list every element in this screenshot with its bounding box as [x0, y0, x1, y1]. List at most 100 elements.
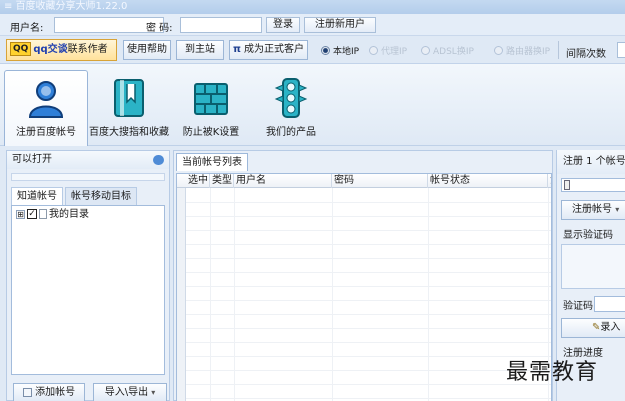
grid-line	[186, 342, 551, 343]
interval-input[interactable]	[617, 42, 625, 58]
directory-tree: ⊞ ✓ 我的目录	[11, 205, 165, 375]
import-export-button[interactable]: 导入\导出 ▾	[93, 383, 167, 401]
traffic-light-icon	[274, 78, 308, 118]
import-export-label: 导入\导出	[104, 387, 149, 398]
grid-line	[186, 244, 551, 245]
qq-contact-label: 联系作者	[67, 44, 108, 55]
tab-register-account[interactable]: 注册百度帐号	[4, 70, 88, 146]
password-input[interactable]	[180, 17, 262, 33]
column-type[interactable]: 类型	[210, 174, 234, 188]
grid-line	[186, 398, 551, 399]
tab-register-account-label: 注册百度帐号	[16, 127, 76, 138]
tree-root-label: 我的目录	[49, 209, 89, 220]
register-account-button[interactable]: 注册帐号 ▾	[561, 200, 625, 220]
proxy-ip-radio[interactable]	[369, 46, 378, 55]
account-table[interactable]: 选中 类型 用户名 密码 帐号状态 注	[176, 173, 552, 401]
document-icon	[39, 209, 47, 219]
checkbox-icon[interactable]: ✓	[27, 209, 37, 219]
captcha-display-label: 显示验证码	[563, 230, 613, 241]
tab-zhidao-accounts[interactable]: 知道帐号	[11, 187, 63, 206]
row-indicator-column	[177, 188, 186, 401]
login-bar: 用户名: 密 码: 登录 注册新用户	[0, 14, 625, 36]
enter-captcha-label: 录入	[600, 322, 621, 333]
router-ip-label: 路由器换IP	[506, 47, 551, 57]
expand-icon[interactable]: ⊞	[16, 209, 25, 219]
register-user-button[interactable]: 注册新用户	[304, 17, 376, 33]
window-title: 百度收藏分享大师1.22.0	[15, 1, 128, 12]
tab-our-products[interactable]: 我们的产品	[252, 70, 330, 146]
register-account-label: 注册帐号	[572, 204, 612, 215]
add-account-label: 添加帐号	[35, 387, 76, 398]
grid-line	[186, 356, 551, 357]
become-customer-label: 成为正式客户	[244, 44, 305, 55]
chevron-down-icon: ▾	[615, 205, 620, 214]
grid-line	[186, 272, 551, 273]
home-site-button[interactable]: 到主站	[176, 40, 224, 60]
enter-captcha-button[interactable]: ✎录入	[561, 318, 625, 338]
left-panel-splitter	[11, 173, 165, 181]
grid-line	[186, 216, 551, 217]
pi-icon: π	[232, 44, 241, 55]
router-ip-radio[interactable]	[494, 46, 503, 55]
chat-bubble-icon[interactable]	[153, 155, 164, 165]
book-icon	[114, 79, 144, 117]
tab-current-accounts[interactable]: 当前帐号列表	[176, 153, 248, 171]
tab-anti-ban-settings-label: 防止被K设置	[182, 127, 240, 138]
captcha-label: 验证码	[563, 301, 593, 312]
left-panel-title: 可以打开	[12, 154, 52, 165]
become-customer-button[interactable]: π 成为正式客户	[229, 40, 308, 60]
window-menu-icon[interactable]: ≡	[4, 1, 16, 12]
window-title-bar: ≡ 百度收藏分享大师1.22.0	[0, 0, 625, 14]
account-list-panel: 当前帐号列表 选中 类型 用户名 密码 帐号状态 注	[173, 150, 553, 401]
add-account-button[interactable]: 添加帐号	[13, 383, 85, 401]
adsl-ip-radio[interactable]	[421, 46, 430, 55]
main-toolbar: QQ qq交谈联系作者 使用帮助 到主站 π 成为正式客户 本地IP 代理IP A…	[0, 36, 625, 64]
column-password[interactable]: 密码	[332, 174, 428, 188]
account-tree-panel: 可以打开 知道帐号 帐号移动目标 ⊞ ✓ 我的目录 添加帐号 导入\导出 ▾	[6, 150, 170, 401]
firewall-icon	[194, 83, 228, 115]
grid-line	[186, 300, 551, 301]
proxy-ip-label: 代理IP	[381, 47, 408, 57]
captcha-image-box	[561, 244, 625, 289]
tab-anti-ban-settings[interactable]: 防止被K设置	[172, 70, 250, 146]
chevron-down-icon: ▾	[151, 388, 156, 397]
interval-label: 间隔次数	[566, 49, 606, 60]
captcha-input[interactable]	[594, 296, 625, 312]
grid-line	[186, 370, 551, 371]
tab-account-move-target[interactable]: 帐号移动目标	[65, 187, 137, 205]
column-selected[interactable]: 选中	[186, 174, 210, 188]
grid-line	[186, 230, 551, 231]
user-icon	[28, 81, 64, 118]
local-ip-label: 本地IP	[333, 47, 360, 57]
register-count-slider[interactable]	[561, 178, 625, 192]
local-ip-radio[interactable]	[321, 46, 330, 55]
left-panel-header: 可以打开	[7, 151, 169, 169]
toolbar-divider	[558, 41, 559, 59]
grid-line	[186, 202, 551, 203]
watermark-text: 最需教育	[506, 360, 599, 385]
add-account-icon	[22, 387, 32, 397]
register-count-header: 注册 1 个帐号	[557, 150, 625, 174]
grid-line	[186, 314, 551, 315]
slider-thumb[interactable]	[564, 180, 570, 190]
column-username[interactable]: 用户名	[234, 174, 332, 188]
grid-line	[186, 328, 551, 329]
qq-icon: QQ	[10, 42, 32, 56]
login-button[interactable]: 登录	[266, 17, 300, 33]
tree-root-item[interactable]: ⊞ ✓ 我的目录	[16, 209, 89, 221]
column-note[interactable]: 注	[548, 174, 551, 188]
password-label: 密 码:	[146, 23, 173, 34]
help-button[interactable]: 使用帮助	[123, 40, 171, 60]
column-account-status[interactable]: 帐号状态	[428, 174, 548, 188]
tab-our-products-label: 我们的产品	[266, 127, 316, 138]
qq-chat-button[interactable]: QQ qq交谈联系作者	[6, 39, 117, 61]
username-label: 用户名:	[10, 23, 44, 34]
grid-line	[186, 286, 551, 287]
adsl-ip-label: ADSL换IP	[433, 47, 474, 57]
qq-chat-label: qq交谈	[33, 44, 68, 55]
grid-line	[186, 258, 551, 259]
table-header: 选中 类型 用户名 密码 帐号状态 注	[177, 174, 551, 188]
ribbon-bar: 注册百度帐号 百度大搜指和收藏 防止被K设置 我们的产品	[0, 64, 625, 146]
tab-search-favorites[interactable]: 百度大搜指和收藏	[88, 70, 170, 146]
tab-search-favorites-label: 百度大搜指和收藏	[89, 127, 169, 138]
